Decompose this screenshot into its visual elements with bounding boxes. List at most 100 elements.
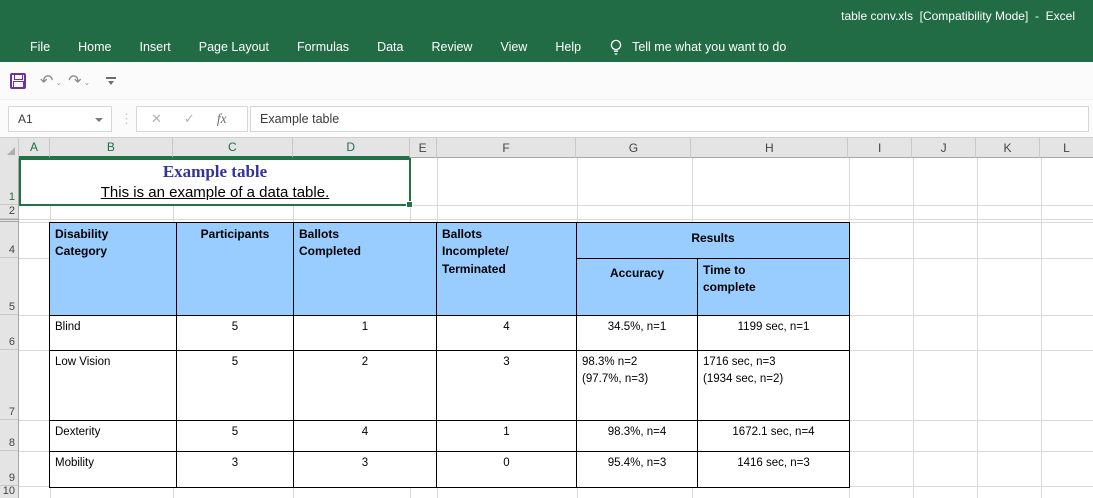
select-all-button[interactable]	[0, 138, 19, 158]
cell-dexterity-participants[interactable]: 5	[177, 421, 294, 452]
cell-mobility-incomplete[interactable]: 0	[437, 452, 577, 487]
data-table: Disability Category Participants Ballots…	[49, 222, 850, 488]
chevron-down-icon	[108, 80, 115, 85]
tell-me-label: Tell me what you want to do	[632, 40, 787, 54]
row-header-column: 1 2 4 5 6 7 8 9 10	[0, 158, 19, 498]
cell-dexterity-completed[interactable]: 4	[294, 421, 437, 452]
formula-bar-content: Example table	[260, 112, 340, 126]
column-header-row: A B C D E F G H I J K L	[0, 138, 1093, 158]
lightbulb-icon	[610, 39, 622, 55]
cell-mobility-time[interactable]: 1416 sec, n=3	[698, 452, 849, 487]
tab-view[interactable]: View	[486, 32, 541, 62]
row-header-1[interactable]: 1	[0, 158, 18, 205]
ribbon-tab-bar: File Home Insert Page Layout Formulas Da…	[0, 32, 1093, 62]
column-header-l[interactable]: L	[1040, 138, 1093, 158]
column-header-k[interactable]: K	[976, 138, 1041, 158]
header-accuracy[interactable]: Accuracy	[577, 259, 698, 316]
formula-bar-input[interactable]: Example table	[250, 106, 1089, 132]
gridline	[19, 219, 1093, 220]
selected-cell-a1[interactable]: Example table This is an example of a da…	[19, 158, 413, 208]
column-header-f[interactable]: F	[437, 138, 577, 158]
tab-review[interactable]: Review	[417, 32, 486, 62]
header-participants[interactable]: Participants	[177, 223, 294, 316]
cell-dexterity-accuracy[interactable]: 98.3%, n=4	[577, 421, 698, 452]
row-header-10[interactable]: 10	[0, 486, 18, 498]
sheet-title-text: Example table	[162, 162, 268, 181]
cell-dexterity-incomplete[interactable]: 1	[437, 421, 577, 452]
column-header-d[interactable]: D	[292, 138, 410, 158]
row-header-4[interactable]: 4	[0, 222, 18, 258]
cell-blind-completed[interactable]: 1	[294, 316, 437, 351]
cell-grid[interactable]: Example table This is an example of a da…	[19, 158, 1093, 498]
gridline	[977, 158, 978, 498]
row-header-2[interactable]: 2	[0, 205, 18, 219]
cell-blind-accuracy[interactable]: 34.5%, n=1	[577, 316, 698, 351]
header-disability-category[interactable]: Disability Category	[50, 223, 177, 316]
tab-home[interactable]: Home	[64, 32, 125, 62]
column-header-b[interactable]: B	[49, 138, 173, 158]
cancel-icon[interactable]: ✕	[151, 111, 162, 127]
quick-access-toolbar: ↶ ⌄ ↷ ⌄	[0, 62, 1093, 100]
select-all-icon	[6, 147, 15, 155]
enter-icon[interactable]: ✓	[184, 111, 195, 127]
column-header-c[interactable]: C	[172, 138, 293, 158]
cell-lowvision-accuracy[interactable]: 98.3% n=2 (97.7%, n=3)	[577, 351, 698, 421]
save-icon	[10, 72, 26, 89]
header-ballots-completed[interactable]: Ballots Completed	[294, 223, 437, 316]
name-box-dropdown-icon[interactable]	[95, 118, 103, 122]
name-box-value: A1	[18, 112, 33, 126]
cell-blind-incomplete[interactable]: 4	[437, 316, 577, 351]
column-header-e[interactable]: E	[410, 138, 437, 158]
cell-lowvision-completed[interactable]: 2	[294, 351, 437, 421]
row-header-9[interactable]: 9	[0, 451, 18, 486]
redo-dropdown-icon[interactable]: ⌄	[84, 78, 91, 87]
tab-formulas[interactable]: Formulas	[283, 32, 363, 62]
column-header-j[interactable]: J	[912, 138, 977, 158]
cell-blind-participants[interactable]: 5	[177, 316, 294, 351]
cell-lowvision-category[interactable]: Low Vision	[50, 351, 177, 421]
worksheet: A B C D E F G H I J K L 1 2 4 5 6 7 8 9 …	[0, 138, 1093, 498]
cell-dexterity-time[interactable]: 1672.1 sec, n=4	[698, 421, 849, 452]
name-box[interactable]: A1	[8, 106, 112, 132]
formula-bar-row: A1 ⋮ ✕ ✓ fx Example table	[0, 100, 1093, 138]
row-header-8[interactable]: 8	[0, 420, 18, 451]
window-title: table conv.xls [Compatibility Mode] - Ex…	[841, 9, 1075, 23]
row-header-7[interactable]: 7	[0, 350, 18, 420]
cell-mobility-category[interactable]: Mobility	[50, 452, 177, 487]
redo-icon: ↷	[68, 70, 82, 90]
cell-lowvision-participants[interactable]: 5	[177, 351, 294, 421]
cell-mobility-completed[interactable]: 3	[294, 452, 437, 487]
fill-handle[interactable]	[406, 201, 413, 208]
column-header-h[interactable]: H	[691, 138, 849, 158]
header-results[interactable]: Results	[577, 223, 849, 259]
column-header-i[interactable]: I	[848, 138, 913, 158]
cell-mobility-participants[interactable]: 3	[177, 452, 294, 487]
cell-blind-category[interactable]: Blind	[50, 316, 177, 351]
cell-mobility-accuracy[interactable]: 95.4%, n=3	[577, 452, 698, 487]
customize-bar-icon	[106, 76, 117, 79]
cell-dexterity-category[interactable]: Dexterity	[50, 421, 177, 452]
undo-button[interactable]: ↶ ⌄	[40, 72, 62, 89]
insert-function-icon[interactable]: fx	[217, 111, 227, 127]
tab-data[interactable]: Data	[363, 32, 417, 62]
tab-insert[interactable]: Insert	[126, 32, 185, 62]
formula-buttons: ✕ ✓ fx	[136, 106, 248, 132]
title-bar: table conv.xls [Compatibility Mode] - Ex…	[0, 0, 1093, 32]
tab-file[interactable]: File	[16, 32, 64, 62]
redo-button[interactable]: ↷ ⌄	[68, 70, 91, 90]
tab-page-layout[interactable]: Page Layout	[185, 32, 283, 62]
row-header-6[interactable]: 6	[0, 315, 18, 350]
tab-help[interactable]: Help	[541, 32, 595, 62]
cell-lowvision-incomplete[interactable]: 3	[437, 351, 577, 421]
tell-me-box[interactable]: Tell me what you want to do	[609, 39, 786, 56]
row-header-5[interactable]: 5	[0, 258, 18, 315]
customize-quick-access-toolbar-button[interactable]	[106, 76, 117, 85]
cell-blind-time[interactable]: 1199 sec, n=1	[698, 316, 849, 351]
cell-lowvision-time[interactable]: 1716 sec, n=3 (1934 sec, n=2)	[698, 351, 849, 421]
column-header-g[interactable]: G	[576, 138, 692, 158]
save-button[interactable]	[10, 72, 26, 89]
column-header-a[interactable]: A	[18, 138, 50, 158]
undo-dropdown-icon[interactable]: ⌄	[55, 78, 62, 87]
header-time-to-complete[interactable]: Time to complete	[698, 259, 849, 316]
header-ballots-incomplete[interactable]: Ballots Incomplete/ Terminated	[437, 223, 577, 316]
